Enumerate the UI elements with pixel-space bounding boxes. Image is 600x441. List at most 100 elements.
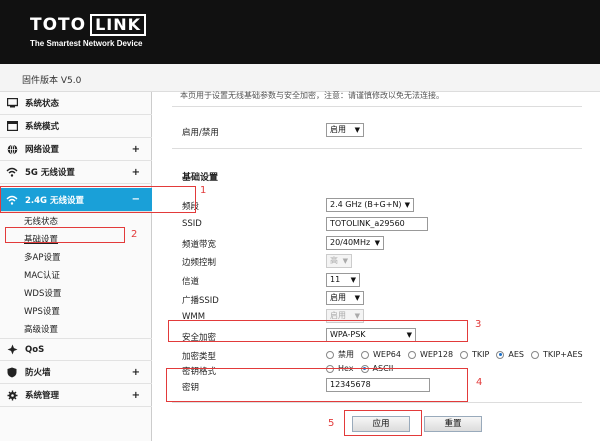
radio-option[interactable]: WEP64 [361, 350, 401, 359]
subitem-advanced[interactable]: 高级设置 [24, 323, 58, 335]
reset-button[interactable]: 重置 [424, 416, 482, 432]
radio-label: WEP64 [373, 350, 401, 359]
enable-select[interactable]: 启用 ▼ [326, 123, 364, 137]
broadcast-ssid-label: 广播SSID [182, 296, 219, 306]
logo-tagline: The Smartest Network Device [30, 39, 143, 48]
sidebar-item-label: 系统管理 [25, 391, 60, 401]
enable-select-value: 启用 [330, 125, 346, 134]
radio-option[interactable]: WEP128 [407, 350, 454, 359]
shield-icon [6, 366, 18, 378]
sidebar-item-network[interactable]: 网络设置 + [0, 138, 152, 161]
sidebar-item-label: 防火墙 [25, 368, 51, 378]
sidebar-item-label: 系统模式 [25, 122, 60, 132]
firmware-bar: 固件版本 V5.0 [0, 64, 600, 92]
sidebar-item-qos[interactable]: QoS [0, 338, 152, 361]
globe-icon [6, 143, 18, 155]
monitor-icon [6, 97, 18, 109]
sidebar-item-firewall[interactable]: 防火墙 + [0, 361, 152, 384]
radio-button[interactable] [361, 350, 369, 359]
annotation-box-5 [344, 410, 422, 436]
radio-label: WEP128 [419, 350, 454, 359]
radio-label: TKIP+AES [542, 350, 583, 359]
logo-text-toto: TOTO [30, 15, 87, 35]
sideband-select[interactable]: 高 ▼ [326, 254, 352, 268]
annotation-box-3 [168, 320, 468, 342]
radio-option[interactable]: 禁用 [326, 349, 354, 360]
sidebar-item-system-admin[interactable]: 系统管理 + [0, 384, 152, 407]
channel-select[interactable]: 11 ▼ [326, 273, 360, 287]
annotation-number-4: 4 [476, 377, 483, 388]
logo-text-link: LINK [90, 14, 147, 36]
channel-width-label: 频道带宽 [182, 240, 217, 250]
chevron-down-icon: ▼ [404, 201, 410, 209]
channel-width-value: 20/40MHz [330, 238, 371, 247]
sidebar-item-label: 网络设置 [25, 145, 60, 155]
radio-button[interactable] [530, 350, 539, 359]
radio-label: TKIP [472, 350, 490, 359]
radio-option[interactable]: TKIP+AES [530, 350, 583, 359]
radio-button[interactable] [407, 350, 416, 359]
section-title: 基础设置 [182, 173, 219, 183]
sidebar-item-mode[interactable]: 系统模式 [0, 115, 152, 138]
annotation-box-2 [5, 227, 125, 243]
sidebar-item-label: QoS [25, 344, 45, 355]
page-description: 本页用于设置无线基础参数与安全加密，注意：请谨慎修改以免无法连接。 [180, 91, 444, 100]
radio-button-selected[interactable] [496, 350, 505, 359]
qos-icon [6, 344, 18, 356]
expand-icon[interactable]: + [132, 390, 140, 401]
ssid-input[interactable]: TOTOLINK_a29560 [326, 217, 428, 231]
chevron-down-icon: ▼ [354, 294, 360, 302]
window-icon [6, 120, 18, 132]
broadcast-ssid-select[interactable]: 启用 ▼ [326, 291, 364, 305]
firmware-version: 固件版本 V5.0 [22, 76, 82, 86]
ssid-label: SSID [182, 219, 202, 229]
subitem-wireless-status[interactable]: 无线状态 [24, 215, 58, 227]
sidebar-item-label: 系统状态 [25, 99, 60, 109]
divider [172, 402, 582, 403]
subitem-mac-auth[interactable]: MAC认证 [24, 269, 60, 281]
annotation-number-3: 3 [475, 319, 482, 330]
channel-width-select[interactable]: 20/40MHz ▼ [326, 236, 384, 250]
top-header: TOTO LINK The Smartest Network Device [0, 0, 600, 64]
totolink-logo: TOTO LINK The Smartest Network Device [30, 14, 147, 48]
radio-label: AES [508, 350, 524, 359]
band-select-value: 2.4 GHz (B+G+N) [330, 200, 402, 209]
gear-icon [6, 389, 18, 401]
sideband-label: 边频控制 [182, 258, 217, 268]
annotation-box-1 [0, 186, 196, 213]
radio-option[interactable]: TKIP [460, 350, 489, 359]
radio-button[interactable] [326, 350, 334, 359]
wifi-icon [6, 166, 18, 178]
sideband-value: 高 [330, 256, 338, 265]
divider [172, 106, 582, 107]
expand-icon[interactable]: + [132, 144, 140, 155]
annotation-number-1: 1 [200, 185, 207, 196]
radio-button[interactable] [460, 350, 469, 359]
sidebar: 系统状态 系统模式 网络设置 + 5G 无线设置 + 2.4G 无线设置 − 无… [0, 92, 152, 441]
encryption-type-label: 加密类型 [182, 352, 217, 362]
expand-icon[interactable]: + [132, 367, 140, 378]
sidebar-item-5g-wireless[interactable]: 5G 无线设置 + [0, 161, 152, 184]
enable-label: 启用/禁用 [182, 128, 219, 138]
band-select[interactable]: 2.4 GHz (B+G+N) ▼ [326, 198, 414, 212]
sidebar-item-label: 5G 无线设置 [25, 168, 75, 178]
channel-label: 信道 [182, 277, 200, 287]
subitem-wds[interactable]: WDS设置 [24, 287, 61, 299]
chevron-down-icon: ▼ [350, 276, 356, 284]
sidebar-item-status[interactable]: 系统状态 [0, 92, 152, 115]
chevron-down-icon: ▼ [354, 126, 360, 134]
annotation-box-4 [166, 368, 468, 402]
expand-icon[interactable]: + [132, 167, 140, 178]
chevron-down-icon: ▼ [374, 239, 380, 247]
subitem-multi-ap[interactable]: 多AP设置 [24, 251, 60, 263]
annotation-number-5: 5 [328, 418, 335, 429]
annotation-number-2: 2 [131, 229, 138, 240]
radio-label: 禁用 [338, 350, 354, 359]
broadcast-ssid-value: 启用 [330, 293, 346, 302]
chevron-down-icon: ▼ [342, 257, 348, 265]
wmm-value: 启用 [330, 311, 346, 320]
radio-option[interactable]: AES [496, 350, 524, 359]
channel-value: 11 [330, 275, 341, 284]
subitem-wps[interactable]: WPS设置 [24, 305, 60, 317]
encryption-type-radios: 禁用 WEP64 WEP128 TKIP AES TKIP+AES [326, 349, 590, 360]
